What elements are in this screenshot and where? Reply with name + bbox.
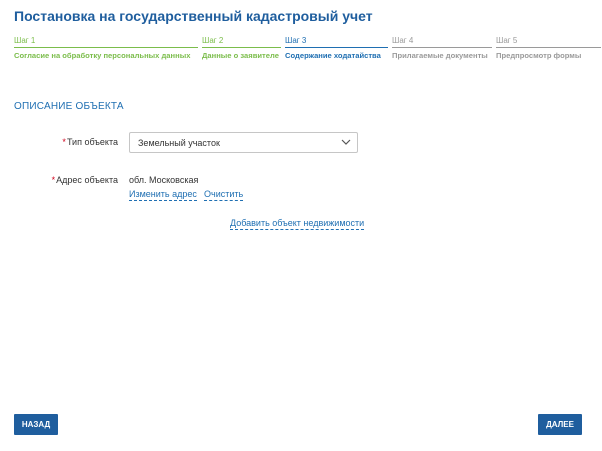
progress-steps: Шаг 1 Согласие на обработку персональных… <box>14 36 602 66</box>
address-label: *Адрес объекта <box>52 175 118 185</box>
step-2-number: Шаг 2 <box>202 36 224 45</box>
add-property-link[interactable]: Добавить объект недвижимости <box>230 218 365 230</box>
step-3-label: Содержание ходатайства <box>285 51 381 60</box>
step-2-bar <box>202 47 281 48</box>
step-5-number: Шаг 5 <box>496 36 518 45</box>
object-type-label: *Тип объекта <box>62 137 118 147</box>
step-3-bar <box>285 47 388 48</box>
step-4-label: Прилагаемые документы <box>392 51 488 60</box>
step-1-label: Согласие на обработку персональных данны… <box>14 51 191 60</box>
back-button[interactable]: НАЗАД <box>14 414 58 435</box>
step-4-bar <box>392 47 492 48</box>
step-5: Шаг 5 Предпросмотр формы <box>496 36 602 66</box>
address-label-text: Адрес объекта <box>56 175 118 185</box>
step-1-number: Шаг 1 <box>14 36 36 45</box>
chevron-down-icon <box>341 139 351 145</box>
section-title: ОПИСАНИЕ ОБЪЕКТА <box>14 101 124 112</box>
step-3-number: Шаг 3 <box>285 36 307 45</box>
object-type-value: Земельный участок <box>138 138 220 148</box>
step-1: Шаг 1 Согласие на обработку персональных… <box>14 36 202 66</box>
step-1-bar <box>14 47 198 48</box>
address-value: обл. Московская <box>129 175 199 185</box>
object-type-select[interactable]: Земельный участок <box>129 132 358 153</box>
page-title: Постановка на государственный кадастровы… <box>14 8 373 24</box>
object-type-label-text: Тип объекта <box>66 137 118 147</box>
required-mark: * <box>51 175 56 185</box>
change-address-link[interactable]: Изменить адрес <box>129 189 197 201</box>
step-3: Шаг 3 Содержание ходатайства <box>285 36 392 66</box>
step-5-bar <box>496 47 601 48</box>
required-mark: * <box>62 137 66 147</box>
step-5-label: Предпросмотр формы <box>496 51 582 60</box>
step-4: Шаг 4 Прилагаемые документы <box>392 36 496 66</box>
clear-address-link[interactable]: Очистить <box>204 189 244 201</box>
next-button[interactable]: ДАЛЕЕ <box>538 414 582 435</box>
step-2: Шаг 2 Данные о заявителе <box>202 36 285 66</box>
step-2-label: Данные о заявителе <box>202 51 279 60</box>
step-4-number: Шаг 4 <box>392 36 414 45</box>
